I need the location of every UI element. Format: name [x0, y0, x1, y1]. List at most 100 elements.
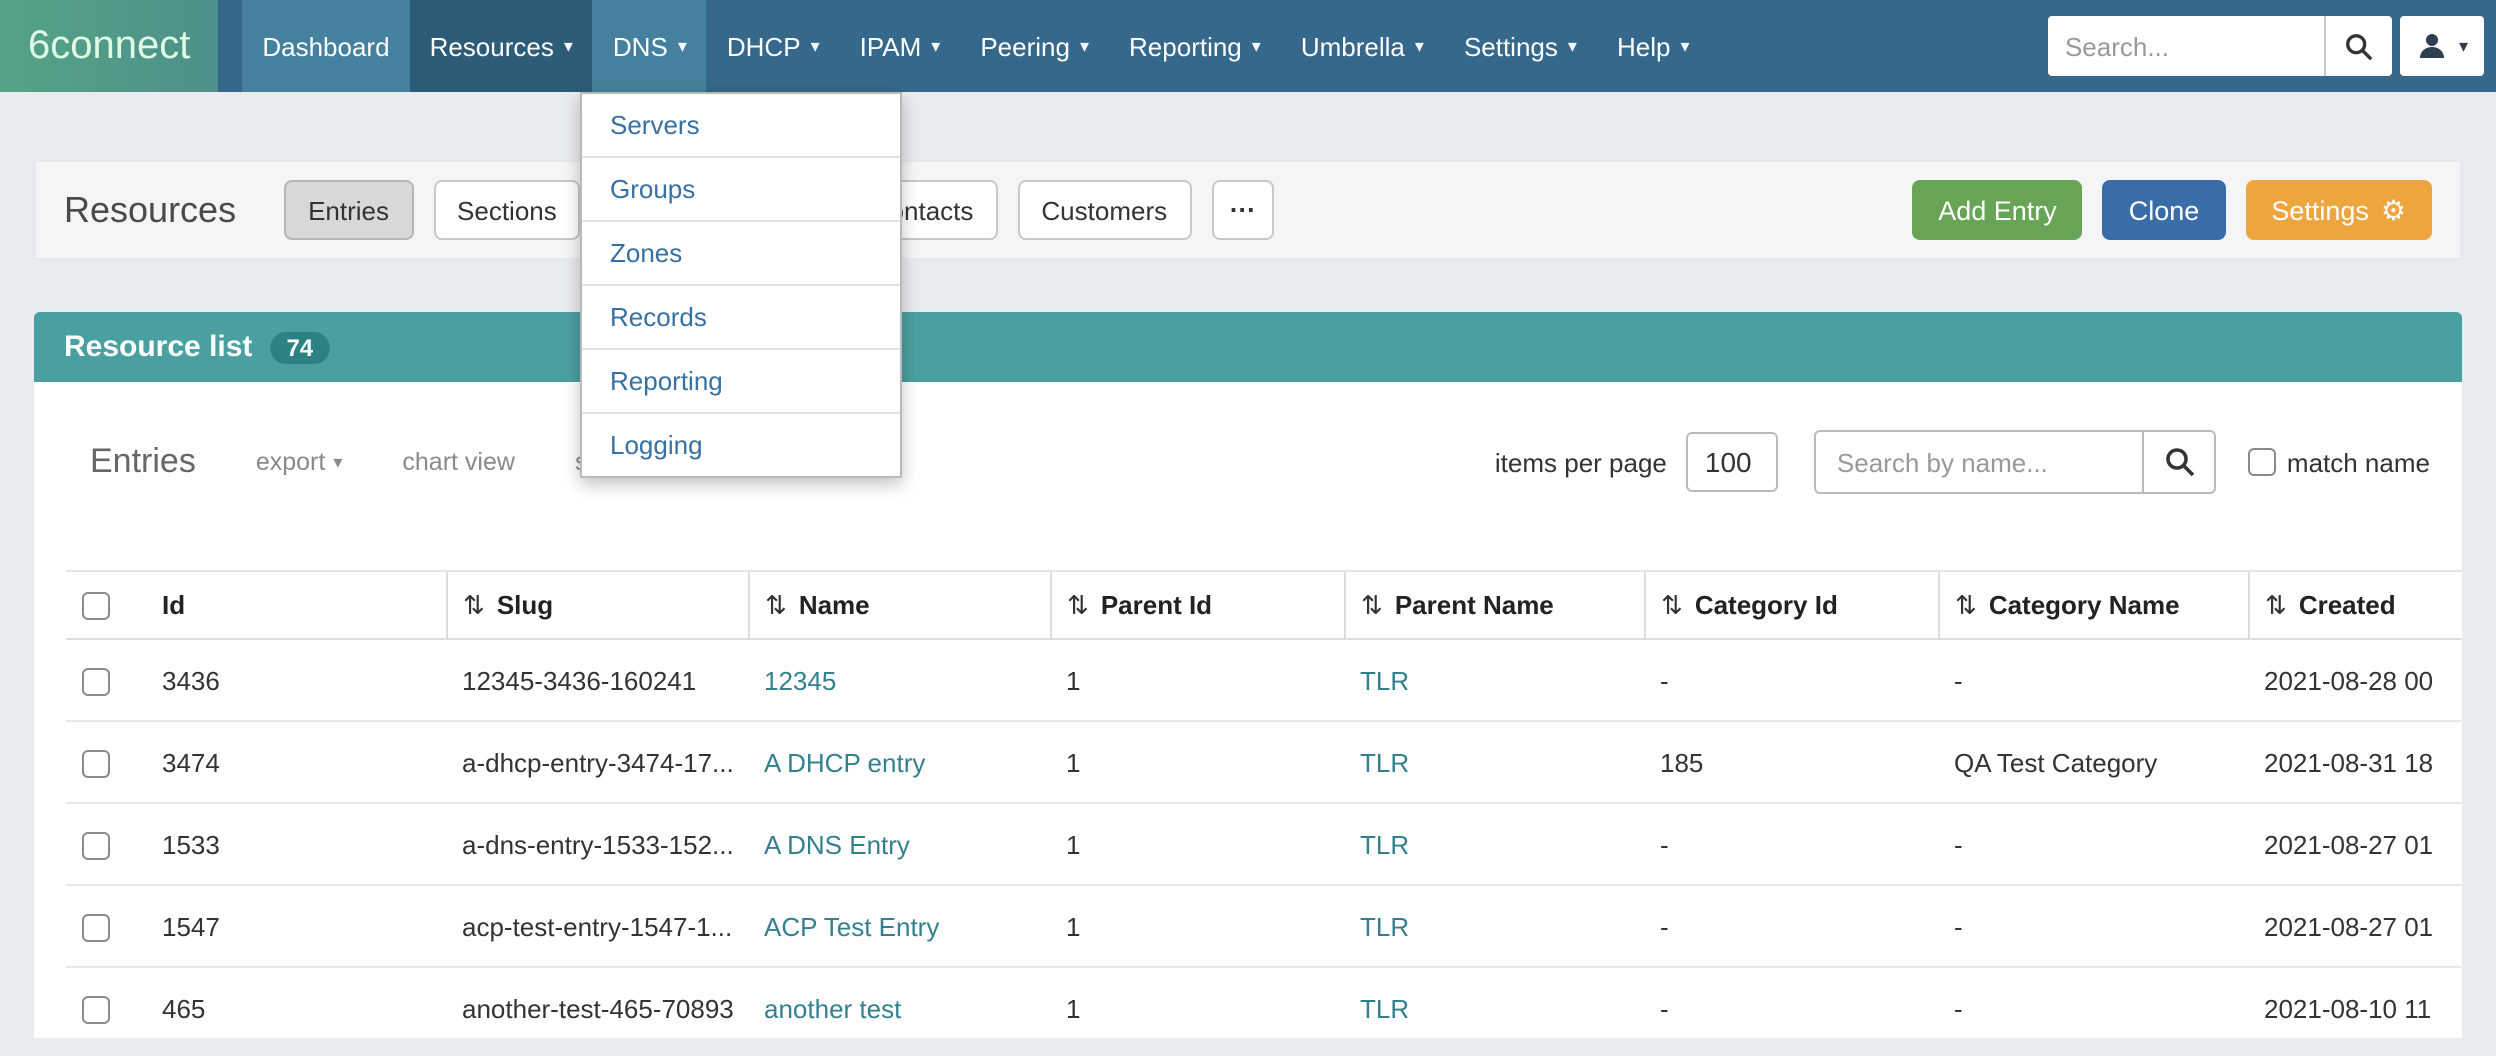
sort-icon: ⇅: [765, 589, 787, 619]
cell-parent-id: 1: [1050, 803, 1344, 885]
add-entry-button[interactable]: Add Entry: [1912, 180, 2083, 240]
tab-customers[interactable]: Customers: [1017, 180, 1191, 240]
parent-name-link[interactable]: TLR: [1360, 665, 1409, 695]
cell-id: 465: [146, 967, 446, 1038]
row-checkbox[interactable]: [82, 914, 110, 942]
parent-name-link[interactable]: TLR: [1360, 911, 1409, 941]
tab-sections[interactable]: Sections: [433, 180, 581, 240]
caret-down-icon: ▾: [1680, 35, 1689, 57]
nav-label: DHCP: [727, 31, 801, 61]
sort-icon: ⇅: [1661, 589, 1683, 619]
cell-id: 1547: [146, 885, 446, 967]
column-header-category-id[interactable]: ⇅Category Id: [1644, 571, 1938, 639]
nav-label: Help: [1617, 31, 1671, 61]
global-search-button[interactable]: [2325, 16, 2393, 76]
sort-icon: ⇅: [1067, 589, 1089, 619]
column-header-parent-name[interactable]: ⇅Parent Name: [1344, 571, 1644, 639]
dns-menu-item-servers[interactable]: Servers: [582, 94, 900, 158]
nav-label: Umbrella: [1301, 31, 1405, 61]
logo[interactable]: 6connect: [0, 0, 218, 92]
caret-down-icon: ▾: [811, 35, 820, 57]
app: 6connect Dashboard Resources ▾ DNS ▾ DHC…: [0, 0, 2496, 1056]
panel-title: Resource list: [64, 330, 252, 364]
parent-name-link[interactable]: TLR: [1360, 747, 1409, 777]
clone-button[interactable]: Clone: [2103, 180, 2226, 240]
dns-menu-item-reporting[interactable]: Reporting: [582, 350, 900, 414]
cell-created: 2021-08-31 18: [2248, 721, 2462, 803]
dns-menu-item-zones[interactable]: Zones: [582, 222, 900, 286]
nav-item-peering[interactable]: Peering ▾: [960, 0, 1109, 92]
global-search-input[interactable]: [2049, 16, 2325, 76]
page-title: Resources: [64, 189, 236, 231]
parent-name-link[interactable]: TLR: [1360, 829, 1409, 859]
column-header-category-name[interactable]: ⇅Category Name: [1938, 571, 2248, 639]
cell-parent-id: 1: [1050, 967, 1344, 1038]
row-checkbox[interactable]: [82, 832, 110, 860]
nav-label: Settings: [1464, 31, 1558, 61]
nav-item-dns[interactable]: DNS ▾: [593, 0, 707, 92]
parent-name-link[interactable]: TLR: [1360, 993, 1409, 1023]
gear-icon: ⚙: [2381, 193, 2406, 227]
match-name-checkbox[interactable]: [2249, 448, 2277, 476]
page-content: Resources Entries Sections Contacts Cust…: [0, 160, 2496, 1038]
items-per-page-input[interactable]: [1687, 432, 1779, 492]
column-header-created[interactable]: ⇅Created: [2248, 571, 2462, 639]
cell-id: 3436: [146, 639, 446, 721]
dns-menu-item-groups[interactable]: Groups: [582, 158, 900, 222]
cell-slug: a-dhcp-entry-3474-17...: [446, 721, 748, 803]
navbar-right: ▾: [2049, 0, 2496, 92]
search-by-name-input[interactable]: [1815, 430, 2145, 494]
caret-down-icon: ▾: [1568, 35, 1577, 57]
entry-name-link[interactable]: A DHCP entry: [764, 747, 925, 777]
entry-name-link[interactable]: 12345: [764, 665, 836, 695]
entry-name-link[interactable]: A DNS Entry: [764, 829, 910, 859]
column-header-slug[interactable]: ⇅Slug: [446, 571, 748, 639]
column-header-id[interactable]: Id: [146, 571, 446, 639]
export-menu[interactable]: export ▾: [256, 448, 343, 476]
dns-menu-item-logging[interactable]: Logging: [582, 414, 900, 476]
cell-category-id: 185: [1644, 721, 1938, 803]
cell-category-name: -: [1938, 639, 2248, 721]
row-checkbox[interactable]: [82, 996, 110, 1024]
sort-icon: ⇅: [1955, 589, 1977, 619]
user-menu-button[interactable]: ▾: [2401, 16, 2484, 76]
row-checkbox[interactable]: [82, 668, 110, 696]
table-row: 3474 a-dhcp-entry-3474-17... A DHCP entr…: [66, 721, 2462, 803]
search-icon: [2345, 31, 2375, 61]
nav-item-umbrella[interactable]: Umbrella ▾: [1281, 0, 1444, 92]
nav-item-settings[interactable]: Settings ▾: [1444, 0, 1597, 92]
select-all-checkbox[interactable]: [82, 593, 110, 621]
caret-down-icon: ▾: [333, 451, 342, 473]
dns-dropdown-menu: Servers Groups Zones Records Reporting L…: [580, 92, 902, 478]
caret-down-icon: ▾: [1080, 35, 1089, 57]
column-header-name[interactable]: ⇅Name: [748, 571, 1050, 639]
nav-item-dhcp[interactable]: DHCP ▾: [707, 0, 840, 92]
match-name-label: match name: [2287, 447, 2430, 477]
global-search: [2049, 16, 2393, 76]
caret-down-icon: ▾: [2459, 35, 2468, 57]
table-row: 1547 acp-test-entry-1547-1... ACP Test E…: [66, 885, 2462, 967]
nav-item-help[interactable]: Help ▾: [1597, 0, 1710, 92]
search-by-name-button[interactable]: [2145, 430, 2217, 494]
entry-name-link[interactable]: another test: [764, 993, 901, 1023]
nav-item-reporting[interactable]: Reporting ▾: [1109, 0, 1281, 92]
nav-item-ipam[interactable]: IPAM ▾: [840, 0, 961, 92]
cell-slug: 12345-3436-160241: [446, 639, 748, 721]
caret-down-icon: ▾: [1415, 35, 1424, 57]
cell-created: 2021-08-10 11: [2248, 967, 2462, 1038]
entry-name-link[interactable]: ACP Test Entry: [764, 911, 939, 941]
cell-parent-id: 1: [1050, 885, 1344, 967]
cell-created: 2021-08-27 01: [2248, 803, 2462, 885]
row-checkbox[interactable]: [82, 750, 110, 778]
cell-created: 2021-08-28 00: [2248, 639, 2462, 721]
tab-more[interactable]: ⋯: [1211, 180, 1273, 240]
chart-view-link[interactable]: chart view: [402, 448, 515, 476]
tab-entries[interactable]: Entries: [284, 180, 413, 240]
match-name-control: match name: [2249, 447, 2430, 477]
column-header-parent-id[interactable]: ⇅Parent Id: [1050, 571, 1344, 639]
dns-menu-item-records[interactable]: Records: [582, 286, 900, 350]
nav-item-resources[interactable]: Resources ▾: [410, 0, 593, 92]
cell-category-id: -: [1644, 639, 1938, 721]
settings-button[interactable]: Settings ⚙: [2245, 180, 2432, 240]
nav-item-dashboard[interactable]: Dashboard: [242, 0, 409, 92]
